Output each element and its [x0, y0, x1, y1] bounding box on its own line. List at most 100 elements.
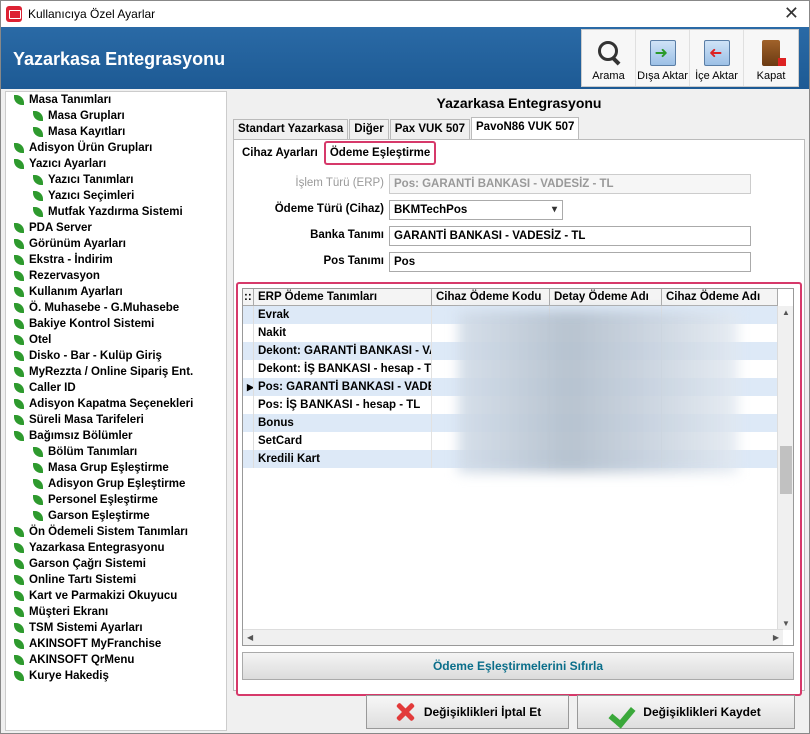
- erp-odeme-cell[interactable]: Evrak: [254, 306, 432, 324]
- col-detay-odeme-adi[interactable]: Detay Ödeme Adı: [550, 289, 662, 306]
- erp-odeme-cell[interactable]: Pos: GARANTİ BANKASI - VADES: [254, 378, 432, 396]
- sidebar-item[interactable]: Ö. Muhasebe - G.Muhasebe: [6, 300, 226, 316]
- sidebar-item[interactable]: Kullanım Ayarları: [6, 284, 226, 300]
- tab-pavon86-vuk-507[interactable]: PavoN86 VUK 507: [471, 117, 580, 139]
- scroll-left-icon[interactable]: ◀: [247, 633, 253, 642]
- banka-tanimi-field[interactable]: GARANTİ BANKASI - VADESİZ - TL: [389, 226, 751, 246]
- sidebar-item[interactable]: MyRezzta / Online Sipariş Ent.: [6, 364, 226, 380]
- sidebar-item[interactable]: Kurye Hakediş: [6, 668, 226, 684]
- sidebar-item[interactable]: AKINSOFT MyFranchise: [6, 636, 226, 652]
- leaf-icon: [13, 671, 24, 682]
- sub-tabs: Cihaz Ayarları Ödeme Eşleştirme: [238, 141, 438, 165]
- toolbar: Arama Dışa Aktar İçe Aktar Kapat: [581, 29, 799, 87]
- window-close-icon[interactable]: ✕: [784, 4, 799, 22]
- import-button[interactable]: İçe Aktar: [690, 30, 744, 86]
- col-cihaz-odeme-kodu[interactable]: Cihaz Ödeme Kodu: [432, 289, 550, 306]
- scroll-up-icon[interactable]: ▲: [782, 308, 790, 317]
- erp-odeme-cell[interactable]: Dekont: İŞ BANKASI - hesap - T: [254, 360, 432, 378]
- vertical-scroll-thumb[interactable]: [780, 446, 792, 494]
- sidebar-item[interactable]: AKINSOFT QrMenu: [6, 652, 226, 668]
- sidebar-item[interactable]: Masa Grup Eşleştirme: [6, 460, 226, 476]
- sidebar-item-label: Adisyon Grup Eşleştirme: [48, 478, 186, 490]
- sidebar-item[interactable]: Süreli Masa Tarifeleri: [6, 412, 226, 428]
- sidebar-item[interactable]: Görünüm Ayarları: [6, 236, 226, 252]
- sidebar-item[interactable]: Adisyon Ürün Grupları: [6, 140, 226, 156]
- erp-odeme-cell[interactable]: Bonus: [254, 414, 432, 432]
- save-changes-label: Değişiklikleri Kaydet: [643, 705, 761, 719]
- sidebar-item[interactable]: Yazarkasa Entegrasyonu: [6, 540, 226, 556]
- sidebar-item[interactable]: Garson Çağrı Sistemi: [6, 556, 226, 572]
- payment-mapping-grid[interactable]: :: ERP Ödeme Tanımları Cihaz Ödeme Kodu …: [242, 288, 794, 646]
- main-panel: Yazarkasa Entegrasyonu Standart Yazarkas…: [229, 91, 809, 696]
- search-button[interactable]: Arama: [582, 30, 636, 86]
- erp-odeme-cell[interactable]: Dekont: GARANTİ BANKASI - VA: [254, 342, 432, 360]
- sidebar-item[interactable]: Garson Eşleştirme: [6, 508, 226, 524]
- sidebar-item[interactable]: PDA Server: [6, 220, 226, 236]
- cancel-changes-button[interactable]: Değişiklikleri İptal Et: [366, 695, 569, 729]
- row-indicator: [243, 432, 254, 450]
- save-changes-button[interactable]: Değişiklikleri Kaydet: [577, 695, 795, 729]
- sidebar-item[interactable]: Müşteri Ekranı: [6, 604, 226, 620]
- scroll-down-icon[interactable]: ▼: [782, 619, 790, 628]
- leaf-icon: [13, 319, 24, 330]
- sidebar-item[interactable]: Otel: [6, 332, 226, 348]
- pos-tanimi-field[interactable]: Pos: [389, 252, 751, 272]
- vertical-scrollbar[interactable]: ▲ ▼: [777, 306, 793, 630]
- sidebar-item[interactable]: TSM Sistemi Ayarları: [6, 620, 226, 636]
- leaf-icon: [13, 559, 24, 570]
- sidebar-item[interactable]: Mutfak Yazdırma Sistemi: [6, 204, 226, 220]
- sidebar-item[interactable]: Personel Eşleştirme: [6, 492, 226, 508]
- erp-odeme-cell[interactable]: Kredili Kart: [254, 450, 432, 468]
- sidebar-item[interactable]: Rezervasyon: [6, 268, 226, 284]
- odeme-turu-select[interactable]: BKMTechPos ▾: [389, 200, 563, 220]
- leaf-icon: [13, 591, 24, 602]
- sidebar-item[interactable]: Disko - Bar - Kulüp Giriş: [6, 348, 226, 364]
- sidebar-item[interactable]: Yazıcı Seçimleri: [6, 188, 226, 204]
- sidebar-item[interactable]: Masa Grupları: [6, 108, 226, 124]
- sidebar-item[interactable]: Bölüm Tanımları: [6, 444, 226, 460]
- tab-standart-yazarkasa[interactable]: Standart Yazarkasa: [233, 119, 349, 139]
- sidebar-item[interactable]: Yazıcı Tanımları: [6, 172, 226, 188]
- sidebar-item-label: Bölüm Tanımları: [48, 446, 138, 458]
- sidebar-item-label: Ekstra - İndirim: [29, 254, 113, 266]
- sidebar-item[interactable]: Online Tartı Sistemi: [6, 572, 226, 588]
- sidebar-item[interactable]: Masa Kayıtları: [6, 124, 226, 140]
- sidebar-item-label: Görünüm Ayarları: [29, 238, 126, 250]
- sidebar-item[interactable]: Bakiye Kontrol Sistemi: [6, 316, 226, 332]
- col-erp-odeme[interactable]: ERP Ödeme Tanımları: [254, 289, 432, 306]
- tab-odeme-eslestirme[interactable]: Ödeme Eşleştirme: [323, 141, 437, 165]
- close-button[interactable]: Kapat: [744, 30, 798, 86]
- sidebar-item[interactable]: Ön Ödemeli Sistem Tanımları: [6, 524, 226, 540]
- sidebar-item[interactable]: Masa Tanımları: [6, 92, 226, 108]
- sidebar-item-label: Disko - Bar - Kulüp Giriş: [29, 350, 162, 362]
- sidebar-item-label: Bağımsız Bölümler: [29, 430, 133, 442]
- sidebar-item[interactable]: Yazıcı Ayarları: [6, 156, 226, 172]
- horizontal-scrollbar[interactable]: ◀ ▶: [243, 629, 783, 645]
- sidebar-item[interactable]: Bağımsız Bölümler: [6, 428, 226, 444]
- export-button[interactable]: Dışa Aktar: [636, 30, 690, 86]
- page-header: Yazarkasa Entegrasyonu Arama Dışa Aktar …: [1, 27, 809, 89]
- leaf-icon: [32, 463, 43, 474]
- erp-odeme-cell[interactable]: Pos: İŞ BANKASI - hesap - TL: [254, 396, 432, 414]
- sidebar-item[interactable]: Kart ve Parmakizi Okuyucu: [6, 588, 226, 604]
- sidebar-item-label: TSM Sistemi Ayarları: [29, 622, 143, 634]
- sidebar-item[interactable]: Caller ID: [6, 380, 226, 396]
- sidebar-item[interactable]: Adisyon Grup Eşleştirme: [6, 476, 226, 492]
- reset-mappings-button[interactable]: Ödeme Eşleştirmelerini Sıfırla: [242, 652, 794, 680]
- tab-cihaz-ayarlari[interactable]: Cihaz Ayarları: [238, 143, 322, 163]
- chevron-down-icon[interactable]: ▾: [552, 203, 557, 217]
- leaf-icon: [32, 479, 43, 490]
- col-cihaz-odeme-adi[interactable]: Cihaz Ödeme Adı: [662, 289, 778, 306]
- tab-pax-vuk-507[interactable]: Pax VUK 507: [389, 119, 471, 139]
- leaf-icon: [32, 191, 43, 202]
- sidebar-item[interactable]: Adisyon Kapatma Seçenekleri: [6, 396, 226, 412]
- erp-odeme-cell[interactable]: Nakit: [254, 324, 432, 342]
- sidebar-item[interactable]: Ekstra - İndirim: [6, 252, 226, 268]
- sidebar-item-label: Ö. Muhasebe - G.Muhasebe: [29, 302, 180, 314]
- close-button-label: Kapat: [756, 70, 786, 82]
- tab-diger[interactable]: Diğer: [349, 119, 389, 139]
- sidebar-item-label: Süreli Masa Tarifeleri: [29, 414, 144, 426]
- scroll-right-icon[interactable]: ▶: [773, 633, 779, 642]
- grid-corner: ::: [243, 289, 254, 306]
- erp-odeme-cell[interactable]: SetCard: [254, 432, 432, 450]
